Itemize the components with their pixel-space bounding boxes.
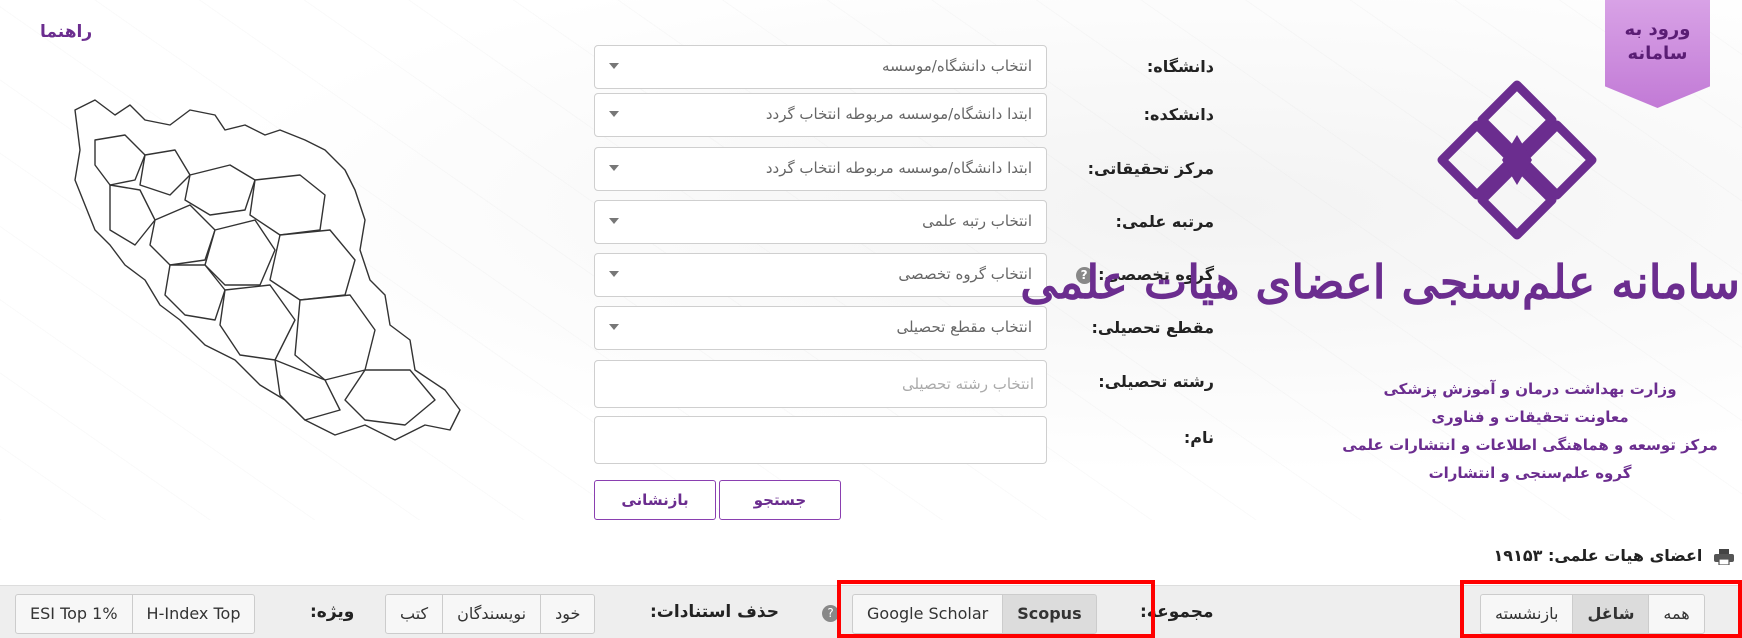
faculty-count-line: اعضای هیات علمی: ۱۹۱۵۳ <box>1494 546 1734 565</box>
research-center-select[interactable]: ابتدا دانشگاه/موسسه مربوطه انتخاب گردد <box>594 147 1047 191</box>
reset-button[interactable]: بازنشانی <box>594 480 716 520</box>
field-input[interactable] <box>594 360 1047 408</box>
form-row-faculty: ابتدا دانشگاه/موسسه مربوطه انتخاب گردد د… <box>594 93 1214 137</box>
chevron-down-icon <box>609 165 619 171</box>
citation-books-button[interactable]: کتب <box>385 594 444 634</box>
university-select-value: انتخاب دانشگاه/موسسه <box>882 57 1032 75</box>
research-center-label: مرکز تحقیقاتی: <box>1087 159 1214 178</box>
faculty-count-label: اعضای هیات علمی: <box>1547 546 1703 565</box>
logo-emblem <box>1437 80 1597 240</box>
form-row-rank: انتخاب رتبه علمی مرتبه علمی: <box>594 200 1214 244</box>
chevron-down-icon <box>609 271 619 277</box>
printer-icon[interactable] <box>1714 548 1734 565</box>
logo-title: سامانه علم‌سنجی اعضای هیات علمی <box>1020 255 1740 309</box>
chevron-down-icon <box>609 111 619 117</box>
filter-toolbar: ESI Top 1% H-Index Top ویژه: کتب نویسندگ… <box>0 585 1742 638</box>
org-line: گروه علم‌سنجی و انتشارات <box>1428 464 1632 482</box>
citation-label: حذف استنادات: <box>650 602 779 622</box>
name-input[interactable] <box>594 416 1047 464</box>
form-row-field: رشته تحصیلی: <box>594 360 1214 408</box>
status-retired-tab[interactable]: بازنشسته <box>1480 594 1574 634</box>
citation-self-button[interactable]: خود <box>540 594 596 634</box>
chevron-down-icon <box>609 63 619 69</box>
login-button[interactable]: ورود به سامانه <box>1605 0 1710 108</box>
form-row-name: نام: <box>594 416 1214 464</box>
citation-authors-button[interactable]: نویسندگان <box>442 594 542 634</box>
status-all-tab[interactable]: همه <box>1648 594 1705 634</box>
status-filter-group: بازنشسته شاغل همه <box>1480 594 1705 634</box>
specialty-group-select[interactable]: انتخاب گروه تخصصی <box>594 253 1047 297</box>
google-scholar-tab[interactable]: Google Scholar <box>852 594 1004 634</box>
iran-map[interactable] <box>55 80 475 500</box>
org-line: وزارت بهداشت درمان و آموزش پزشکی <box>1383 380 1677 398</box>
special-filter-group: ESI Top 1% H-Index Top <box>15 594 256 634</box>
research-center-select-value: ابتدا دانشگاه/موسسه مربوطه انتخاب گردد <box>765 159 1032 177</box>
citation-filter-group: کتب نویسندگان خود <box>385 594 596 634</box>
faculty-select-value: ابتدا دانشگاه/موسسه مربوطه انتخاب گردد <box>765 105 1032 123</box>
rank-select[interactable]: انتخاب رتبه علمی <box>594 200 1047 244</box>
faculty-count-value: ۱۹۱۵۳ <box>1493 546 1543 565</box>
faculty-select[interactable]: ابتدا دانشگاه/موسسه مربوطه انتخاب گردد <box>594 93 1047 137</box>
status-employed-tab[interactable]: شاغل <box>1572 594 1650 634</box>
degree-label: مقطع تحصیلی: <box>1091 318 1214 337</box>
specialty-group-select-value: انتخاب گروه تخصصی <box>898 265 1032 283</box>
name-label: نام: <box>1183 428 1214 447</box>
chevron-down-icon <box>609 324 619 330</box>
help-icon[interactable]: ? <box>822 605 839 622</box>
rank-label: مرتبه علمی: <box>1115 212 1214 231</box>
login-label-line2: سامانه <box>1627 43 1688 64</box>
degree-select-value: انتخاب مقطع تحصیلی <box>896 318 1032 336</box>
university-label: دانشگاه: <box>1146 57 1214 76</box>
collection-filter-group: Google Scholar Scopus <box>852 594 1097 634</box>
h-index-top-button[interactable]: H-Index Top <box>131 594 256 634</box>
login-label-line1: ورود به <box>1624 19 1691 40</box>
faculty-label: دانشکده: <box>1143 105 1214 124</box>
degree-select[interactable]: انتخاب مقطع تحصیلی <box>594 306 1047 350</box>
scopus-tab[interactable]: Scopus <box>1002 594 1097 634</box>
form-row-university: انتخاب دانشگاه/موسسه دانشگاه: <box>594 45 1214 89</box>
form-row-degree: انتخاب مقطع تحصیلی مقطع تحصیلی: <box>594 306 1214 350</box>
form-row-research-center: ابتدا دانشگاه/موسسه مربوطه انتخاب گردد م… <box>594 147 1214 191</box>
esi-top-button[interactable]: ESI Top 1% <box>15 594 133 634</box>
collection-label: مجموعه: <box>1140 602 1214 622</box>
university-select[interactable]: انتخاب دانشگاه/موسسه <box>594 45 1047 89</box>
special-label: ویژه: <box>310 602 355 622</box>
chevron-down-icon <box>609 218 619 224</box>
guide-link[interactable]: راهنما <box>40 22 92 42</box>
org-line: معاونت تحقیقات و فناوری <box>1431 408 1629 426</box>
org-line: مرکز توسعه و هماهنگی اطلاعات و انتشارات … <box>1342 436 1718 454</box>
field-label: رشته تحصیلی: <box>1098 372 1214 391</box>
search-button[interactable]: جستجو <box>719 480 841 520</box>
rank-select-value: انتخاب رتبه علمی <box>922 212 1032 230</box>
org-lines: وزارت بهداشت درمان و آموزش پزشکی معاونت … <box>1320 375 1740 487</box>
